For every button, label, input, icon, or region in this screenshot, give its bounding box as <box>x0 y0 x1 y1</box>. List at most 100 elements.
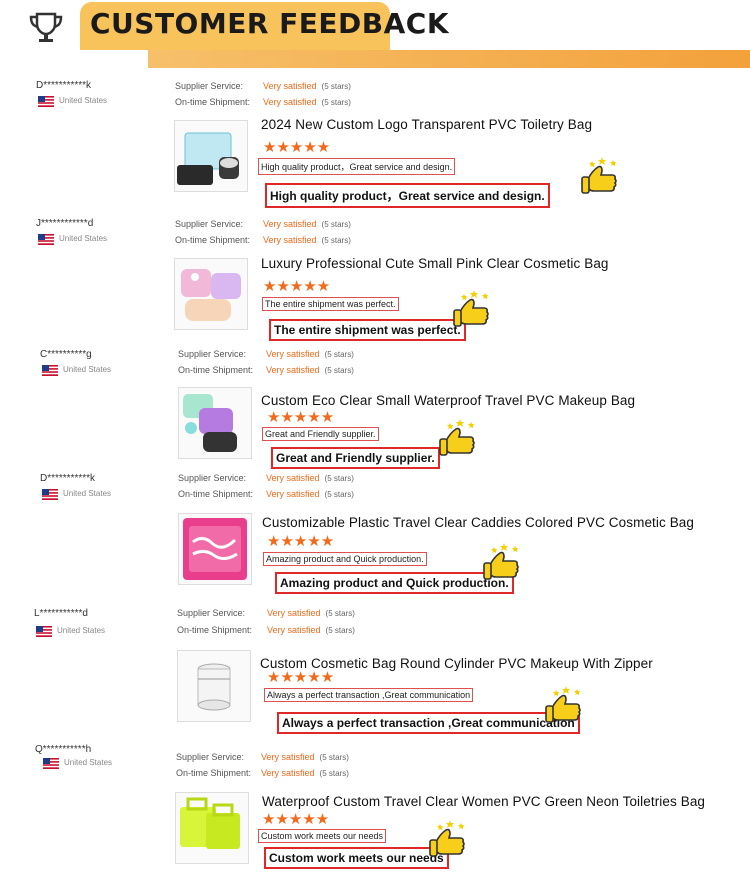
us-flag-icon <box>38 234 54 245</box>
thumbs-up-icon <box>453 290 489 327</box>
supplier-service-rating: Very satisfied <box>263 81 317 91</box>
us-flag-icon <box>38 96 54 107</box>
feedback-entry: J************d United States Supplier Se… <box>0 218 750 346</box>
ontime-shipment-label: On-time Shipment: <box>178 365 254 375</box>
user-country: United States <box>59 96 108 105</box>
supplier-service-label: Supplier Service: <box>175 219 244 229</box>
supplier-service-row: Supplier Service: Very satisfied (5 stars) <box>175 219 351 229</box>
ontime-shipment-row: On-time Shipment: Very satisfied (5 stars) <box>175 235 351 245</box>
ontime-shipment-label: On-time Shipment: <box>175 235 251 245</box>
user-name: D***********k <box>36 80 92 91</box>
ontime-shipment-label: On-time Shipment: <box>175 97 251 107</box>
supplier-service-row: Supplier Service: Very satisfied (5 stars) <box>178 349 354 359</box>
supplier-service-rating: Very satisfied <box>266 473 320 483</box>
rating-stars: ★★★★★ <box>263 278 331 295</box>
feedback-entry: C**********g United States Supplier Serv… <box>0 349 750 469</box>
review-text: Custom work meets our needs <box>258 829 387 843</box>
supplier-service-label: Supplier Service: <box>178 349 247 359</box>
review-highlight: Amazing product and Quick production. <box>275 572 514 594</box>
ontime-shipment-rating: Very satisfied <box>267 625 321 635</box>
ontime-shipment-row: On-time Shipment: Very satisfied (5 stars) <box>178 489 354 499</box>
thumbs-up-icon <box>439 419 475 456</box>
product-title: Waterproof Custom Travel Clear Women PVC… <box>262 794 706 809</box>
product-image <box>178 387 252 459</box>
ontime-shipment-stars: (5 stars) <box>321 98 351 107</box>
us-flag-icon <box>36 626 52 637</box>
supplier-service-stars: (5 stars) <box>324 474 354 483</box>
trophy-icon <box>26 8 66 48</box>
ontime-shipment-rating: Very satisfied <box>263 235 317 245</box>
ontime-shipment-label: On-time Shipment: <box>177 625 253 635</box>
supplier-service-rating: Very satisfied <box>266 349 320 359</box>
rating-stars: ★★★★★ <box>267 533 335 550</box>
product-image <box>175 792 249 864</box>
supplier-service-stars: (5 stars) <box>319 753 349 762</box>
product-title: Customizable Plastic Travel Clear Caddie… <box>262 515 695 530</box>
ontime-shipment-rating: Very satisfied <box>266 489 320 499</box>
thumbs-up-icon <box>545 686 581 723</box>
review-highlight: Great and Friendly supplier. <box>271 447 440 469</box>
ontime-shipment-stars: (5 stars) <box>324 366 354 375</box>
us-flag-icon <box>42 489 58 500</box>
supplier-service-row: Supplier Service: Very satisfied (5 stars) <box>175 81 351 91</box>
review-text: High quality product，Great service and d… <box>258 158 456 175</box>
ontime-shipment-rating: Very satisfied <box>263 97 317 107</box>
review-text: Amazing product and Quick production. <box>263 552 427 566</box>
page-title: CUSTOMER FEEDBACK <box>90 7 450 40</box>
product-title: Custom Eco Clear Small Waterproof Travel… <box>261 393 636 408</box>
user-country: United States <box>57 626 106 635</box>
ontime-shipment-rating: Very satisfied <box>261 768 315 778</box>
supplier-service-label: Supplier Service: <box>178 473 247 483</box>
ontime-shipment-stars: (5 stars) <box>325 626 355 635</box>
review-highlight: Always a perfect transaction ,Great comm… <box>277 712 580 734</box>
user-country: United States <box>63 365 112 374</box>
user-name: J************d <box>36 218 94 229</box>
user-name: D***********k <box>40 473 96 484</box>
user-name: L***********d <box>34 608 88 619</box>
ontime-shipment-row: On-time Shipment: Very satisfied (5 stars) <box>178 365 354 375</box>
us-flag-icon <box>43 758 59 769</box>
supplier-service-label: Supplier Service: <box>176 752 245 762</box>
review-highlight: Custom work meets our needs <box>264 847 449 869</box>
feedback-entry: Q***********h United States Supplier Ser… <box>0 744 750 884</box>
feedback-entry: D***********k United States Supplier Ser… <box>0 80 750 208</box>
feedback-entry: D***********k United States Supplier Ser… <box>0 473 750 601</box>
header-banner: CUSTOMER FEEDBACK <box>0 0 750 68</box>
product-title: Luxury Professional Cute Small Pink Clea… <box>261 256 609 271</box>
user-name: Q***********h <box>35 744 92 755</box>
ontime-shipment-label: On-time Shipment: <box>178 489 254 499</box>
supplier-service-rating: Very satisfied <box>263 219 317 229</box>
supplier-service-row: Supplier Service: Very satisfied (5 stars) <box>176 752 349 762</box>
ontime-shipment-stars: (5 stars) <box>324 490 354 499</box>
user-country: United States <box>64 758 113 767</box>
supplier-service-stars: (5 stars) <box>321 82 351 91</box>
thumbs-up-icon <box>429 820 465 857</box>
review-text: Always a perfect transaction ,Great comm… <box>264 688 474 702</box>
product-image <box>174 258 248 330</box>
thumbs-up-icon <box>581 157 617 194</box>
ontime-shipment-stars: (5 stars) <box>319 769 349 778</box>
product-image <box>178 513 252 585</box>
supplier-service-row: Supplier Service: Very satisfied (5 stars) <box>178 473 354 483</box>
user-country: United States <box>63 489 112 498</box>
review-text: The entire shipment was perfect. <box>262 297 399 311</box>
header-accent-bar <box>148 50 750 68</box>
ontime-shipment-row: On-time Shipment: Very satisfied (5 stars) <box>176 768 349 778</box>
supplier-service-row: Supplier Service: Very satisfied (5 stars) <box>177 608 355 618</box>
user-name: C**********g <box>40 349 92 360</box>
ontime-shipment-label: On-time Shipment: <box>176 768 252 778</box>
product-title: 2024 New Custom Logo Transparent PVC Toi… <box>261 117 593 132</box>
ontime-shipment-row: On-time Shipment: Very satisfied (5 stars) <box>175 97 351 107</box>
ontime-shipment-row: On-time Shipment: Very satisfied (5 stars) <box>177 625 355 635</box>
ontime-shipment-stars: (5 stars) <box>321 236 351 245</box>
rating-stars: ★★★★★ <box>262 811 330 828</box>
feedback-entry: L***********d United States Supplier Ser… <box>0 608 750 738</box>
rating-stars: ★★★★★ <box>263 139 331 156</box>
supplier-service-label: Supplier Service: <box>177 608 246 618</box>
supplier-service-stars: (5 stars) <box>324 350 354 359</box>
review-highlight: The entire shipment was perfect. <box>269 319 466 341</box>
review-text: Great and Friendly supplier. <box>262 427 379 441</box>
us-flag-icon <box>42 365 58 376</box>
thumbs-up-icon <box>483 543 519 580</box>
user-country: United States <box>59 234 108 243</box>
